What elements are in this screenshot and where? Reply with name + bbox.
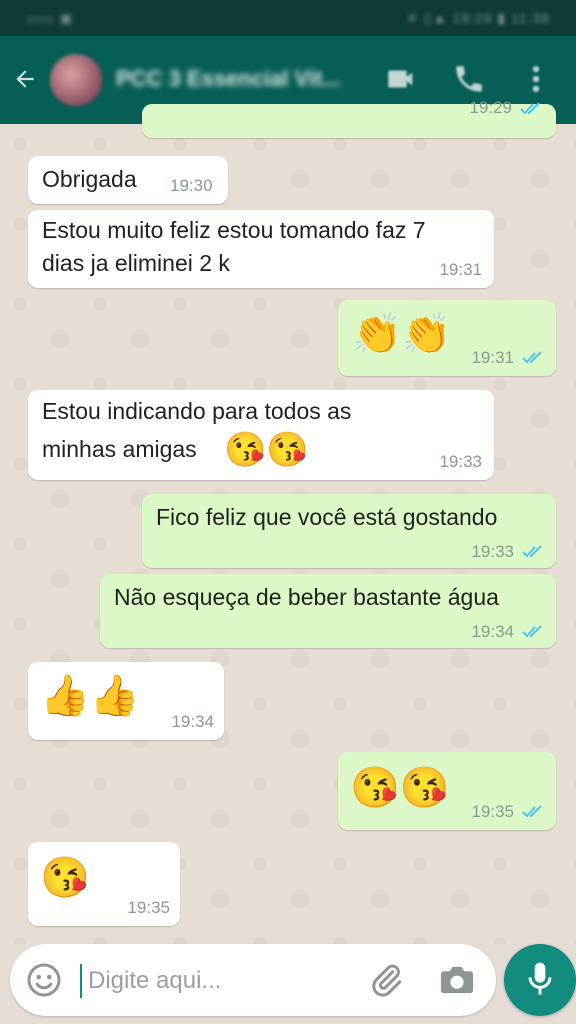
- message-bubble-outgoing[interactable]: 👏👏 19:31: [338, 300, 556, 376]
- emoji-message: 👍👍: [40, 674, 140, 718]
- message-text: Não esqueça de beber bastante água: [114, 584, 499, 610]
- message-text-line: Estou muito feliz estou tomando faz 7: [42, 217, 426, 243]
- double-check-icon: [522, 545, 542, 558]
- status-left: ▭▭ ▣: [26, 10, 74, 26]
- message-bubble-outgoing[interactable]: 19:29: [142, 98, 556, 138]
- back-arrow-icon[interactable]: [12, 66, 38, 92]
- status-bar: ▭▭ ▣ ✕ ▯▲ 19:29 ▮ 11:38: [0, 0, 576, 36]
- double-check-icon: [520, 102, 540, 115]
- message-bubble-incoming[interactable]: 👍👍 19:34: [28, 662, 224, 740]
- status-right: ✕ ▯▲ 19:29 ▮ 11:38: [406, 10, 550, 26]
- message-time: 19:35: [471, 802, 514, 821]
- message-time: 19:30: [170, 176, 213, 195]
- emoji-message: 😘: [40, 856, 90, 900]
- message-composer: [10, 944, 496, 1016]
- video-call-icon[interactable]: [384, 62, 418, 96]
- message-time: 19:29: [469, 98, 512, 117]
- message-text: Fico feliz que você está gostando: [156, 504, 498, 530]
- double-check-icon: [522, 625, 542, 638]
- message-time: 19:31: [439, 260, 482, 279]
- message-time: 19:33: [471, 542, 514, 561]
- message-bubble-incoming[interactable]: Estou muito feliz estou tomando faz 7 di…: [28, 210, 494, 288]
- emoji-inline: 😘😘: [224, 431, 309, 469]
- message-text: Obrigada: [42, 166, 137, 192]
- contact-name[interactable]: PCC 3 Essencial Vit...: [116, 66, 341, 92]
- message-time: 19:33: [439, 452, 482, 471]
- smiley-icon[interactable]: [26, 962, 62, 998]
- message-bubble-incoming[interactable]: Estou indicando para todos as minhas ami…: [28, 390, 494, 480]
- double-check-icon: [522, 805, 542, 818]
- phone-icon[interactable]: [452, 62, 486, 96]
- message-input[interactable]: [86, 960, 360, 1002]
- message-time: 19:34: [471, 622, 514, 641]
- voice-message-button[interactable]: [504, 944, 576, 1016]
- chat-wallpaper[interactable]: 19:29 Obrigada 19:30 Estou muito feliz e…: [0, 98, 576, 944]
- message-bubble-incoming[interactable]: Obrigada 19:30: [28, 156, 228, 204]
- message-bubble-outgoing[interactable]: 😘😘 19:35: [338, 752, 556, 830]
- double-check-icon: [522, 351, 542, 364]
- message-time: 19:34: [171, 712, 214, 731]
- emoji-message: 😘😘: [350, 766, 450, 810]
- message-text-line: Estou indicando para todos as: [42, 398, 352, 424]
- more-vert-icon[interactable]: [526, 62, 546, 96]
- text-cursor: [80, 964, 82, 998]
- message-time: 19:31: [471, 348, 514, 367]
- message-text-line: dias ja eliminei 2 k: [42, 250, 230, 276]
- message-text-line: minhas amigas: [42, 436, 197, 462]
- message-bubble-outgoing[interactable]: Não esqueça de beber bastante água 19:34: [100, 574, 556, 648]
- message-bubble-outgoing[interactable]: Fico feliz que você está gostando 19:33: [142, 494, 556, 568]
- emoji-message: 👏👏: [352, 312, 452, 356]
- microphone-icon: [528, 962, 552, 995]
- message-bubble-incoming[interactable]: 😘 19:35: [28, 842, 180, 926]
- paperclip-icon[interactable]: [368, 962, 404, 998]
- message-time: 19:35: [127, 898, 170, 917]
- camera-icon[interactable]: [438, 962, 476, 998]
- avatar[interactable]: [50, 54, 102, 106]
